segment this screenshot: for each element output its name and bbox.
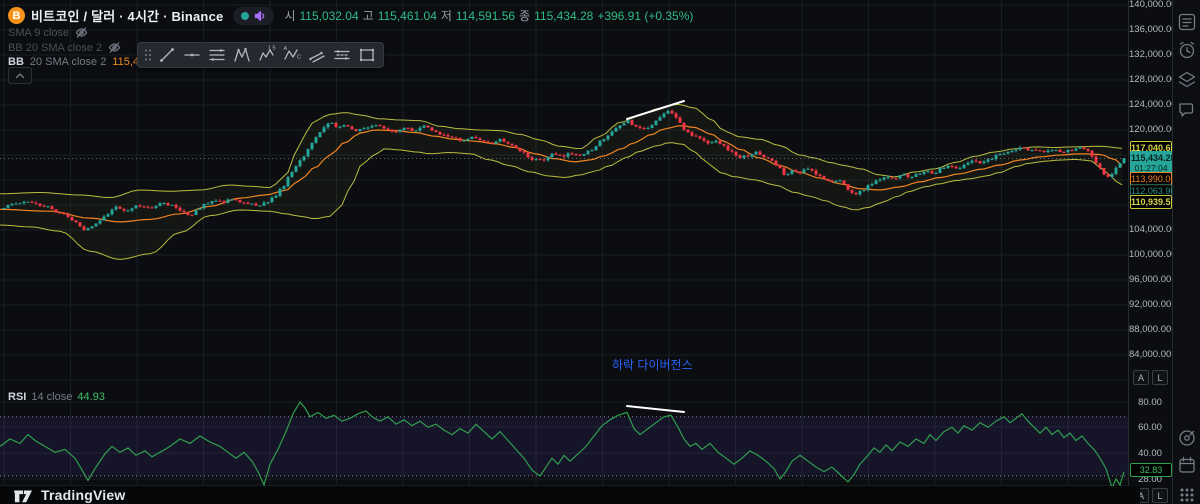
trend-line-tool[interactable]	[154, 44, 179, 66]
price-label-bb-lower: 110,939.51	[1130, 195, 1172, 209]
chart-header: B 비트코인 / 달러 · 4시간 · Binance 시 115,032.04…	[8, 6, 693, 25]
auto-scale-button[interactable]: A	[1133, 370, 1149, 385]
drag-dots-icon	[144, 48, 152, 62]
target-button[interactable]	[1177, 428, 1197, 448]
market-open-dot	[241, 12, 249, 20]
sma9-label: SMA 9 close	[8, 27, 69, 39]
flat-channel-icon	[332, 45, 352, 65]
rsi-tick: 40.00	[1129, 448, 1171, 459]
price-tick: 96,000.00	[1129, 274, 1171, 285]
open-label: 시	[284, 7, 295, 24]
details-icon	[1177, 12, 1197, 32]
parallel-lines-icon	[207, 45, 227, 65]
rectangle-tool[interactable]	[354, 44, 379, 66]
legend-sma9[interactable]: SMA 9 close	[8, 26, 88, 39]
rsi-tick: 60.00	[1129, 422, 1171, 433]
rsi-legend[interactable]: RSI 14 close 44.93	[8, 391, 105, 403]
parallel-lines-tool[interactable]	[204, 44, 229, 66]
rsi-tick: 80.00	[1129, 397, 1171, 408]
log-scale-button[interactable]: L	[1152, 488, 1168, 503]
rsi-value: 44.93	[77, 391, 105, 403]
divergence-annotation[interactable]: 하락 다이버전스	[612, 356, 693, 373]
abcd-pattern-tool[interactable]: AC	[279, 44, 304, 66]
flat-channel-tool[interactable]	[329, 44, 354, 66]
pitchfork-icon	[232, 45, 252, 65]
svg-text:5: 5	[272, 46, 275, 52]
eye-off-icon[interactable]	[75, 26, 88, 39]
symbol-title[interactable]: 비트코인 / 달러 · 4시간 · Binance	[31, 6, 223, 25]
bitcoin-icon: B	[8, 7, 25, 24]
price-tick: 140,000.00	[1129, 0, 1171, 10]
abcd-pattern-icon: AC	[282, 45, 302, 65]
high-value: 115,461.04	[378, 9, 437, 23]
market-status-pill[interactable]	[233, 7, 274, 25]
rsi-name: RSI	[8, 391, 26, 403]
alarm-icon	[1177, 40, 1197, 60]
right-toolbar-rail	[1172, 0, 1200, 504]
chevron-up-icon	[15, 72, 25, 80]
details-button[interactable]	[1177, 12, 1197, 32]
tradingview-logo-text[interactable]: TradingView	[41, 487, 125, 503]
low-label: 저	[441, 7, 452, 24]
calendar-icon	[1177, 455, 1197, 475]
eye-off-icon[interactable]	[108, 41, 121, 54]
apps-grid-icon	[1177, 485, 1197, 504]
tradingview-logo-icon[interactable]	[12, 486, 34, 504]
price-axis[interactable]: 140,000.00 136,000.00 132,000.00 128,000.00…	[1128, 0, 1173, 504]
chart-canvas[interactable]	[0, 0, 1200, 504]
axis-mode-buttons: AL	[1133, 370, 1168, 385]
price-tick: 128,000.00	[1129, 74, 1171, 85]
price-tick: 136,000.00	[1129, 24, 1171, 35]
legend-bb-hidden[interactable]: BB 20 SMA close 2	[8, 41, 121, 54]
rsi-params: 14 close	[31, 391, 72, 403]
bb-params: 20 SMA close 2	[30, 56, 106, 68]
elliott-wave-tool[interactable]: 15	[254, 44, 279, 66]
chat-icon	[1177, 100, 1197, 120]
rectangle-icon	[357, 45, 377, 65]
rsi-value-label: 32.83	[1130, 463, 1172, 477]
open-value: 115,032.04	[299, 9, 358, 23]
price-tick: 104,000.00	[1129, 224, 1171, 235]
drawing-toolbar[interactable]: 15AC	[137, 42, 384, 68]
calendar-button[interactable]	[1177, 455, 1197, 475]
announcement-icon	[254, 10, 266, 22]
change-value: +396.91 (+0.35%)	[597, 9, 693, 23]
price-tick: 100,000.00	[1129, 249, 1171, 260]
toolbar-drag-handle[interactable]	[142, 44, 154, 66]
tradingview-chart-window: B 비트코인 / 달러 · 4시간 · Binance 시 115,032.04…	[0, 0, 1200, 504]
pitchfork-tool[interactable]	[229, 44, 254, 66]
object-tree-icon	[1177, 70, 1197, 90]
bb-hidden-label: BB 20 SMA close 2	[8, 42, 102, 54]
price-tick: 84,000.00	[1129, 349, 1171, 360]
channel-tool[interactable]	[304, 44, 329, 66]
elliott-wave-icon: 15	[257, 45, 277, 65]
price-tick: 92,000.00	[1129, 299, 1171, 310]
alarm-button[interactable]	[1177, 40, 1197, 60]
target-icon	[1177, 428, 1197, 448]
svg-text:1: 1	[268, 46, 271, 52]
channel-icon	[307, 45, 327, 65]
bottom-bar: TradingView	[0, 486, 1140, 504]
trend-line-icon	[157, 45, 177, 65]
low-value: 114,591.56	[456, 9, 515, 23]
ohlc-readout: 시 115,032.04 고 115,461.04 저 114,591.56 종…	[284, 7, 693, 24]
price-tick: 120,000.00	[1129, 124, 1171, 135]
price-tick: 132,000.00	[1129, 49, 1171, 60]
svg-text:A: A	[283, 46, 287, 52]
log-scale-button[interactable]: L	[1152, 370, 1168, 385]
horizontal-line-icon	[182, 45, 202, 65]
close-value: 115,434.28	[534, 9, 593, 23]
object-tree-button[interactable]	[1177, 70, 1197, 90]
close-label: 종	[519, 7, 530, 24]
price-tick: 124,000.00	[1129, 99, 1171, 110]
apps-grid-button[interactable]	[1177, 485, 1197, 504]
horizontal-line-tool[interactable]	[179, 44, 204, 66]
svg-text:C: C	[297, 55, 301, 61]
high-label: 고	[363, 7, 374, 24]
price-tick: 88,000.00	[1129, 324, 1171, 335]
legend-collapse-button[interactable]	[8, 67, 32, 84]
chat-button[interactable]	[1177, 100, 1197, 120]
